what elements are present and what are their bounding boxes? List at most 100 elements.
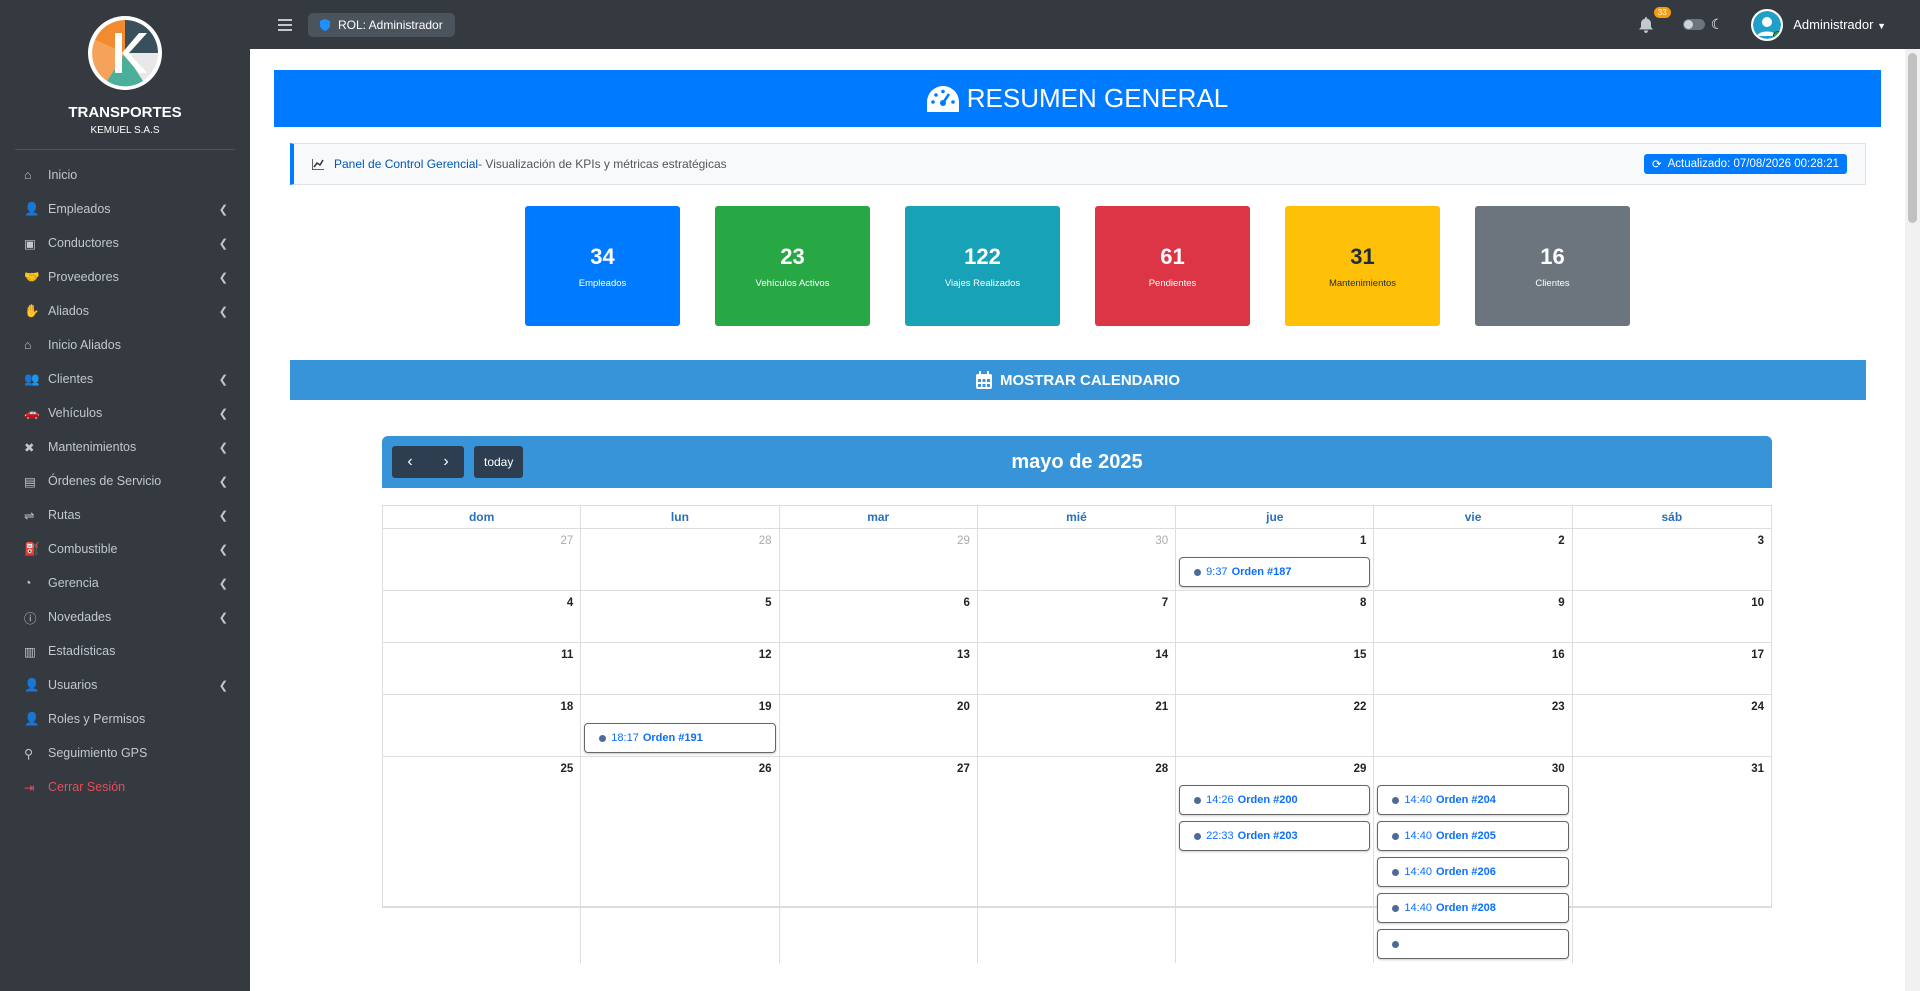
day-of-week-label[interactable]: vie bbox=[1374, 506, 1573, 528]
calendar-day[interactable]: 1 9:37 Orden #187 bbox=[1176, 529, 1375, 591]
calendar-day[interactable]: 25 bbox=[383, 757, 582, 963]
calendar-day[interactable]: 12 bbox=[581, 643, 780, 694]
day-number[interactable]: 28 bbox=[584, 535, 775, 551]
day-number[interactable]: 7 bbox=[981, 597, 1172, 613]
kpi-card[interactable]: 122 Viajes Realizados bbox=[905, 206, 1060, 326]
sidebar-item[interactable]: 👤 Empleados ❮ bbox=[0, 192, 250, 226]
day-number[interactable]: 24 bbox=[1576, 701, 1768, 717]
sidebar-item[interactable]: ▣ Conductores ❮ bbox=[0, 226, 250, 260]
sidebar-item[interactable]: 👤 Roles y Permisos bbox=[0, 702, 250, 736]
sidebar-item[interactable]: ⇥ Cerrar Sesión bbox=[0, 770, 250, 804]
prev-month-button[interactable]: ‹ bbox=[392, 446, 428, 478]
calendar-event[interactable]: 18:17 Orden #191 bbox=[584, 723, 776, 753]
calendar-day[interactable]: 26 bbox=[581, 757, 780, 963]
brand[interactable]: TRANSPORTES KEMUEL S.A.S bbox=[15, 0, 235, 150]
day-number[interactable]: 16 bbox=[1377, 649, 1568, 665]
calendar-day[interactable]: 30 14:40 Orden #204 14:40 Orden #205 14:40 Ord… bbox=[1374, 757, 1573, 963]
day-number[interactable]: 9 bbox=[1377, 597, 1568, 613]
calendar-day[interactable]: 20 bbox=[780, 695, 978, 757]
day-number[interactable]: 30 bbox=[1377, 763, 1568, 779]
user-menu[interactable]: Administrador ▼ bbox=[1793, 17, 1886, 32]
day-of-week-label[interactable]: lun bbox=[581, 506, 780, 528]
page-scrollbar[interactable] bbox=[1905, 49, 1920, 991]
calendar-day[interactable]: 18 bbox=[383, 695, 582, 757]
day-number[interactable]: 18 bbox=[386, 701, 577, 717]
dark-mode-toggle[interactable] bbox=[1682, 19, 1705, 30]
notifications-button[interactable]: 33 bbox=[1638, 6, 1671, 33]
day-number[interactable]: 19 bbox=[584, 701, 775, 717]
calendar-day[interactable]: 22 bbox=[1176, 695, 1375, 757]
kpi-card[interactable]: 16 Clientes bbox=[1475, 206, 1630, 326]
day-number[interactable]: 4 bbox=[386, 597, 577, 613]
day-number[interactable]: 23 bbox=[1377, 701, 1568, 717]
calendar-day[interactable]: 6 bbox=[780, 591, 978, 642]
calendar-day[interactable]: 29 bbox=[780, 529, 978, 591]
calendar-event[interactable]: 9:37 Orden #187 bbox=[1179, 557, 1371, 587]
calendar-day[interactable]: 7 bbox=[978, 591, 1177, 642]
calendar-day[interactable]: 28 bbox=[978, 757, 1177, 963]
calendar-day[interactable]: 24 bbox=[1573, 695, 1771, 757]
menu-toggle-icon[interactable] bbox=[278, 18, 292, 31]
kpi-card[interactable]: 61 Pendientes bbox=[1095, 206, 1250, 326]
day-number[interactable]: 20 bbox=[783, 701, 974, 717]
day-of-week-label[interactable]: sáb bbox=[1573, 506, 1771, 528]
sidebar-item[interactable]: 👤 Usuarios ❮ bbox=[0, 668, 250, 702]
sidebar-item[interactable]: ⌂ Inicio Aliados bbox=[0, 328, 250, 362]
calendar-day[interactable]: 3 bbox=[1573, 529, 1771, 591]
calendar-day[interactable]: 31 bbox=[1573, 757, 1771, 963]
calendar-day[interactable]: 13 bbox=[780, 643, 978, 694]
calendar-day[interactable]: 11 bbox=[383, 643, 582, 694]
calendar-day[interactable]: 27 bbox=[780, 757, 978, 963]
today-button[interactable]: today bbox=[474, 446, 524, 478]
sidebar-item[interactable]: 🚗 Vehículos ❮ bbox=[0, 396, 250, 430]
scrollbar-thumb[interactable] bbox=[1908, 53, 1917, 223]
calendar-event[interactable]: 14:40 Orden #205 bbox=[1377, 821, 1569, 851]
calendar-event[interactable]: 14:26 Orden #200 bbox=[1179, 785, 1371, 815]
sidebar-item[interactable]: ⇌ Rutas ❮ bbox=[0, 498, 250, 532]
calendar-day[interactable]: 2 bbox=[1374, 529, 1573, 591]
calendar-day[interactable]: 4 bbox=[383, 591, 582, 642]
day-number[interactable]: 29 bbox=[783, 535, 974, 551]
sidebar-item[interactable]: ▤ Órdenes de Servicio ❮ bbox=[0, 464, 250, 498]
calendar-day[interactable]: 23 bbox=[1374, 695, 1573, 757]
day-number[interactable]: 3 bbox=[1576, 535, 1768, 551]
calendar-day[interactable]: 17 bbox=[1573, 643, 1771, 694]
day-of-week-label[interactable]: jue bbox=[1176, 506, 1375, 528]
updated-badge[interactable]: ⟳ Actualizado: 07/08/2026 00:28:21 bbox=[1643, 154, 1847, 174]
day-number[interactable]: 1 bbox=[1179, 535, 1370, 551]
day-number[interactable]: 27 bbox=[783, 763, 974, 779]
calendar-day[interactable]: 21 bbox=[978, 695, 1177, 757]
day-of-week-label[interactable]: dom bbox=[383, 506, 582, 528]
day-of-week-label[interactable]: mié bbox=[978, 506, 1177, 528]
calendar-day[interactable]: 15 bbox=[1176, 643, 1375, 694]
calendar-day[interactable]: 29 14:26 Orden #200 22:33 Orden #203 bbox=[1176, 757, 1375, 963]
calendar-day[interactable]: 19 18:17 Orden #191 bbox=[581, 695, 780, 757]
sidebar-item[interactable]: ✋ Aliados ❮ bbox=[0, 294, 250, 328]
sidebar-item[interactable]: ⚲ Seguimiento GPS bbox=[0, 736, 250, 770]
day-number[interactable]: 21 bbox=[981, 701, 1172, 717]
sidebar-item[interactable]: ⓘ Novedades ❮ bbox=[0, 600, 250, 634]
sidebar-item[interactable]: ✖ Mantenimientos ❮ bbox=[0, 430, 250, 464]
sidebar-item[interactable]: ◔ Gerencia ❮ bbox=[0, 566, 250, 600]
day-number[interactable]: 26 bbox=[584, 763, 775, 779]
sidebar-item[interactable]: 🤝 Proveedores ❮ bbox=[0, 260, 250, 294]
calendar-event[interactable]: 22:33 Orden #203 bbox=[1179, 821, 1371, 851]
day-number[interactable]: 28 bbox=[981, 763, 1172, 779]
calendar-day[interactable]: 8 bbox=[1176, 591, 1375, 642]
calendar-day[interactable]: 5 bbox=[581, 591, 780, 642]
day-number[interactable]: 14 bbox=[981, 649, 1172, 665]
day-number[interactable]: 29 bbox=[1179, 763, 1370, 779]
calendar-event[interactable]: 14:40 Orden #206 bbox=[1377, 857, 1569, 887]
control-panel-link[interactable]: Panel de Control Gerencial bbox=[334, 157, 478, 171]
kpi-card[interactable]: 31 Mantenimientos bbox=[1285, 206, 1440, 326]
day-number[interactable]: 12 bbox=[584, 649, 775, 665]
day-number[interactable]: 10 bbox=[1576, 597, 1768, 613]
day-number[interactable]: 17 bbox=[1576, 649, 1768, 665]
calendar-day[interactable]: 10 bbox=[1573, 591, 1771, 642]
day-number[interactable]: 13 bbox=[783, 649, 974, 665]
day-number[interactable]: 2 bbox=[1377, 535, 1568, 551]
day-number[interactable]: 8 bbox=[1179, 597, 1370, 613]
day-number[interactable]: 31 bbox=[1576, 763, 1768, 779]
day-number[interactable]: 25 bbox=[386, 763, 577, 779]
day-number[interactable]: 30 bbox=[981, 535, 1172, 551]
